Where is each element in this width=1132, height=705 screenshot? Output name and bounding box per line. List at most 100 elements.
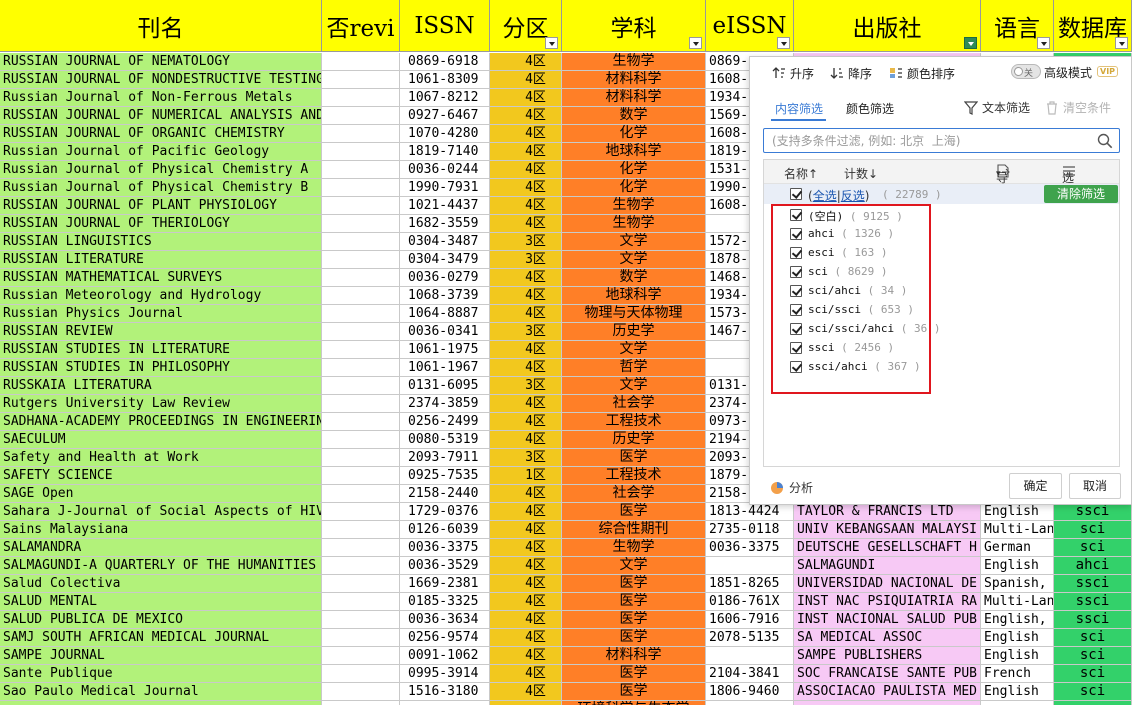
cell-zone[interactable]: 4区 — [490, 71, 562, 89]
cell-rev[interactable] — [322, 683, 400, 701]
cell-name[interactable]: RUSSIAN JOURNAL OF NONDESTRUCTIVE TESTIN… — [0, 71, 322, 89]
cell-rev[interactable] — [322, 701, 400, 705]
cell-pub[interactable]: ASSOCIACAO PAULISTA MED — [794, 683, 981, 701]
cell-zone[interactable]: 4区 — [490, 593, 562, 611]
cell-zone[interactable]: 4区 — [490, 143, 562, 161]
cell-issn[interactable]: 0925-7535 — [400, 467, 490, 485]
cell-zone[interactable]: 4区 — [490, 53, 562, 71]
cell-subj[interactable]: 生物学 — [562, 53, 706, 71]
cell-db[interactable]: ssci — [1054, 575, 1132, 593]
cell-issn[interactable]: 2374-3859 — [400, 395, 490, 413]
cell-zone[interactable]: 4区 — [490, 269, 562, 287]
invert-link[interactable]: 反选 — [841, 189, 865, 203]
cell-zone[interactable]: 4区 — [490, 359, 562, 377]
cell-issn[interactable]: 0256-9574 — [400, 629, 490, 647]
tab-content-filter[interactable]: 内容筛选 — [775, 100, 823, 117]
cell-rev[interactable] — [322, 593, 400, 611]
cell-name[interactable]: Rutgers University Law Review — [0, 395, 322, 413]
cell-lang[interactable]: English — [981, 503, 1054, 521]
cell-subj[interactable]: 工程技术 — [562, 413, 706, 431]
cell-lang[interactable]: English, — [981, 611, 1054, 629]
cell-subj[interactable]: 历史学 — [562, 323, 706, 341]
cell-name[interactable]: Sains Malaysiana — [0, 521, 322, 539]
cell-subj[interactable]: 文学 — [562, 557, 706, 575]
column-header-name[interactable]: 刊名 — [0, 0, 322, 52]
cell-issn[interactable]: 1729-0376 — [400, 503, 490, 521]
cell-subj[interactable]: 社会学 — [562, 395, 706, 413]
cell-lang[interactable]: Multi-Lan — [981, 521, 1054, 539]
cell-rev[interactable] — [322, 215, 400, 233]
clear-conditions-button[interactable]: 清空条件 — [1045, 99, 1111, 116]
export-button[interactable]: 导出 ▾ — [996, 164, 1010, 202]
filter-dropdown-icon[interactable] — [777, 37, 790, 49]
cell-db[interactable]: ssci — [1054, 503, 1132, 521]
cell-zone[interactable]: 4区 — [490, 683, 562, 701]
cell-rev[interactable] — [322, 71, 400, 89]
cell-subj[interactable]: 化学 — [562, 179, 706, 197]
cell-zone[interactable]: 4区 — [490, 521, 562, 539]
cell-rev[interactable] — [322, 521, 400, 539]
cell-zone[interactable]: 4区 — [490, 431, 562, 449]
cell-subj[interactable]: 生物学 — [562, 215, 706, 233]
cell-name[interactable]: SAECULUM — [0, 431, 322, 449]
cell-rev[interactable] — [322, 89, 400, 107]
cell-issn[interactable]: 1061-1975 — [400, 341, 490, 359]
cell-name[interactable]: Russian Physics Journal — [0, 305, 322, 323]
cell-subj[interactable]: 生物学 — [562, 197, 706, 215]
cell-zone[interactable]: 4区 — [490, 305, 562, 323]
cell-zone[interactable]: 4区 — [490, 341, 562, 359]
cell-rev[interactable] — [322, 629, 400, 647]
cell-name[interactable]: Russian Journal of Physical Chemistry A — [0, 161, 322, 179]
cell-issn[interactable]: 1819-7140 — [400, 143, 490, 161]
cell-issn[interactable]: 1990-7931 — [400, 179, 490, 197]
cell-subj[interactable]: 材料科学 — [562, 647, 706, 665]
cell-eissn[interactable] — [706, 701, 794, 705]
cell-subj[interactable]: 物理与天体物理 — [562, 305, 706, 323]
cell-name[interactable]: RUSSIAN JOURNAL OF NEMATOLOGY — [0, 53, 322, 71]
cell-zone[interactable]: 3区 — [490, 377, 562, 395]
cell-lang[interactable]: Spanish, — [981, 575, 1054, 593]
cell-db[interactable]: sci — [1054, 683, 1132, 701]
column-header-pub[interactable]: 出版社 — [794, 0, 981, 52]
cell-rev[interactable] — [322, 305, 400, 323]
cell-subj[interactable]: 文学 — [562, 233, 706, 251]
cell-name[interactable]: Salud Colectiva — [0, 575, 322, 593]
text-filter-button[interactable]: 文本筛选 — [963, 99, 1030, 116]
cell-name[interactable]: SAFETY SCIENCE — [0, 467, 322, 485]
cell-name[interactable]: SAMPE JOURNAL — [0, 647, 322, 665]
cell-zone[interactable]: 4区 — [490, 89, 562, 107]
cell-name[interactable]: RUSSIAN JOURNAL OF THERIOLOGY — [0, 215, 322, 233]
cell-eissn[interactable]: 2078-5135 — [706, 629, 794, 647]
cell-subj[interactable]: 医学 — [562, 503, 706, 521]
cell-db[interactable]: ssci — [1054, 593, 1132, 611]
cell-rev[interactable] — [322, 287, 400, 305]
filter-dropdown-icon[interactable] — [964, 37, 977, 49]
cell-zone[interactable]: 4区 — [490, 611, 562, 629]
cell-subj[interactable]: 医学 — [562, 449, 706, 467]
cell-name[interactable]: Sante Publique — [0, 665, 322, 683]
cell-zone[interactable]: 4区 — [490, 647, 562, 665]
cell-issn[interactable]: 0036-0279 — [400, 269, 490, 287]
cell-zone[interactable]: 4区 — [490, 125, 562, 143]
column-header-lang[interactable]: 语言 — [981, 0, 1054, 52]
cell-eissn[interactable]: 2735-0118 — [706, 521, 794, 539]
cell-issn[interactable]: 1061-1967 — [400, 359, 490, 377]
cell-zone[interactable]: 4区 — [490, 395, 562, 413]
cell-issn[interactable]: 0131-6095 — [400, 377, 490, 395]
cell-eissn[interactable] — [706, 647, 794, 665]
cell-rev[interactable] — [322, 647, 400, 665]
filter-dropdown-icon[interactable] — [545, 37, 558, 49]
cell-issn[interactable]: 1067-8212 — [400, 89, 490, 107]
cell-pub[interactable]: SALMAGUNDI — [794, 557, 981, 575]
cell-eissn[interactable]: 0186-761X — [706, 593, 794, 611]
cell-subj[interactable]: 材料科学 — [562, 89, 706, 107]
cell-name[interactable]: Russian Journal of Physical Chemistry B — [0, 179, 322, 197]
cell-rev[interactable] — [322, 197, 400, 215]
tab-color-filter[interactable]: 颜色筛选 — [846, 100, 894, 117]
cell-name[interactable]: RUSSKAIA LITERATURA — [0, 377, 322, 395]
column-header-zone[interactable]: 分区 — [490, 0, 562, 52]
cell-issn[interactable]: 1669-2381 — [400, 575, 490, 593]
sort-color-button[interactable]: 颜色排序 — [889, 63, 955, 83]
cell-rev[interactable] — [322, 449, 400, 467]
cell-rev[interactable] — [322, 251, 400, 269]
